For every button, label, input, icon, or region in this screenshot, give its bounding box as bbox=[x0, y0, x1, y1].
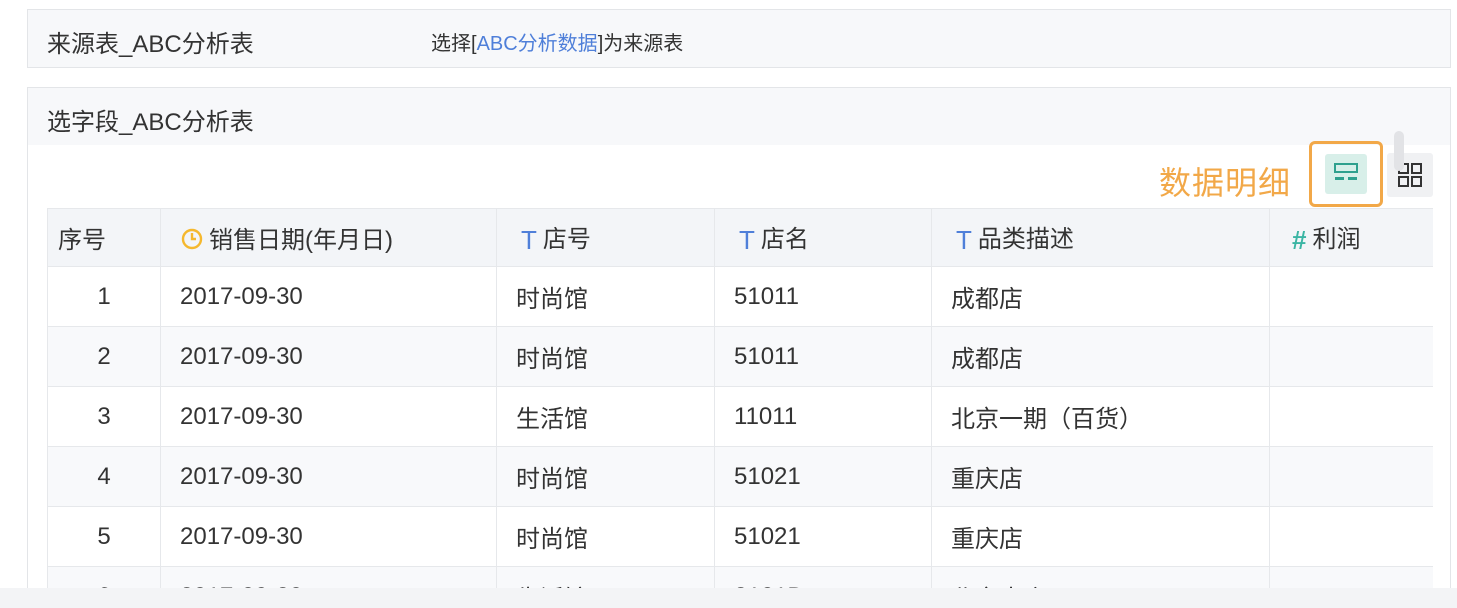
source-panel-description: 选择[ABC分析数据]为来源表 bbox=[431, 27, 683, 56]
column-header-label: 销售日期(年月日) bbox=[209, 227, 393, 254]
table-row: 4 2017-09-30 时尚馆 51021 重庆店 bbox=[47, 446, 1433, 507]
cell-sale-date: 2017-09-30 bbox=[160, 266, 497, 327]
cell-store-name: 11011 bbox=[714, 386, 932, 447]
table-header-row: 序号 销售日期(年月日) T 店号 T 店名 T 品类描述 # 利润 bbox=[47, 208, 1433, 267]
cell-store-name: 51011 bbox=[714, 266, 932, 327]
source-data-link[interactable]: ABC分析数据 bbox=[477, 33, 598, 55]
column-header-category[interactable]: T 品类描述 bbox=[931, 208, 1270, 267]
table-row: 1 2017-09-30 时尚馆 51011 成都店 bbox=[47, 266, 1433, 327]
data-detail-label: 数据明细 bbox=[1159, 165, 1292, 201]
fields-panel-title: 选字段_ABC分析表 bbox=[47, 109, 254, 136]
cell-index: 4 bbox=[47, 446, 161, 507]
data-table: 序号 销售日期(年月日) T 店号 T 店名 T 品类描述 # 利润 1 201… bbox=[47, 208, 1433, 608]
table-row: 3 2017-09-30 生活馆 11011 北京一期（百货） bbox=[47, 386, 1433, 447]
column-header-label: 品类描述 bbox=[977, 226, 1074, 253]
field-selection-panel: 选字段_ABC分析表 数据明细 序号 销售日期(年月日) T 店号 T 店名 T… bbox=[27, 87, 1451, 608]
source-panel-title: 来源表_ABC分析表 bbox=[47, 31, 254, 58]
text-type-icon: T bbox=[739, 225, 755, 255]
cell-sale-date: 2017-09-30 bbox=[160, 446, 497, 507]
cell-category: 成都店 bbox=[931, 266, 1270, 327]
cell-store-name: 51011 bbox=[714, 326, 932, 387]
cell-profit bbox=[1269, 386, 1433, 447]
desc-prefix: 选择[ bbox=[431, 33, 477, 55]
table-row: 2 2017-09-30 时尚馆 51011 成都店 bbox=[47, 326, 1433, 387]
column-header-label: 利润 bbox=[1312, 226, 1361, 253]
cell-category: 成都店 bbox=[931, 326, 1270, 387]
column-header-label: 序号 bbox=[58, 227, 106, 254]
cell-profit bbox=[1269, 446, 1433, 507]
cell-store-no: 时尚馆 bbox=[496, 266, 715, 327]
cell-store-no: 时尚馆 bbox=[496, 446, 715, 507]
text-type-icon: T bbox=[521, 225, 537, 255]
column-header-label: 店号 bbox=[542, 226, 591, 253]
column-header-label: 店名 bbox=[760, 226, 809, 253]
cell-index: 5 bbox=[47, 506, 161, 567]
clock-icon bbox=[181, 228, 203, 250]
cell-index: 3 bbox=[47, 386, 161, 447]
column-header-store-no[interactable]: T 店号 bbox=[496, 208, 715, 267]
cell-profit bbox=[1269, 326, 1433, 387]
cell-category: 重庆店 bbox=[931, 446, 1270, 507]
number-type-icon: # bbox=[1292, 225, 1307, 255]
source-table-panel: 来源表_ABC分析表 选择[ABC分析数据]为来源表 bbox=[27, 9, 1451, 68]
cell-store-no: 生活馆 bbox=[496, 386, 715, 447]
table-row: 5 2017-09-30 时尚馆 51021 重庆店 bbox=[47, 506, 1433, 567]
fields-panel-content: 数据明细 序号 销售日期(年月日) T 店号 T 店名 T 品类描述 # 利润 … bbox=[28, 141, 1450, 608]
column-header-sale-date[interactable]: 销售日期(年月日) bbox=[160, 208, 497, 267]
column-header-store-name[interactable]: T 店名 bbox=[714, 208, 932, 267]
column-header-profit[interactable]: # 利润 bbox=[1269, 208, 1433, 267]
cell-category: 重庆店 bbox=[931, 506, 1270, 567]
cell-store-name: 51021 bbox=[714, 506, 932, 567]
cell-sale-date: 2017-09-30 bbox=[160, 386, 497, 447]
cell-store-no: 时尚馆 bbox=[496, 506, 715, 567]
cell-store-name: 51021 bbox=[714, 446, 932, 507]
cell-index: 1 bbox=[47, 266, 161, 327]
cell-profit bbox=[1269, 266, 1433, 327]
cell-store-no: 时尚馆 bbox=[496, 326, 715, 387]
list-detail-icon bbox=[1334, 163, 1358, 180]
cell-category: 北京一期（百货） bbox=[931, 386, 1270, 447]
desc-suffix: ]为来源表 bbox=[597, 33, 684, 55]
text-type-icon: T bbox=[956, 225, 972, 255]
cell-profit bbox=[1269, 506, 1433, 567]
bottom-band bbox=[0, 588, 1457, 608]
cell-sale-date: 2017-09-30 bbox=[160, 326, 497, 387]
cell-index: 2 bbox=[47, 326, 161, 387]
detail-view-button[interactable] bbox=[1309, 141, 1383, 207]
vertical-scrollbar[interactable] bbox=[1394, 131, 1404, 171]
cell-sale-date: 2017-09-30 bbox=[160, 506, 497, 567]
data-table-container[interactable]: 序号 销售日期(年月日) T 店号 T 店名 T 品类描述 # 利润 1 201… bbox=[47, 208, 1433, 608]
column-header-index[interactable]: 序号 bbox=[47, 208, 161, 267]
